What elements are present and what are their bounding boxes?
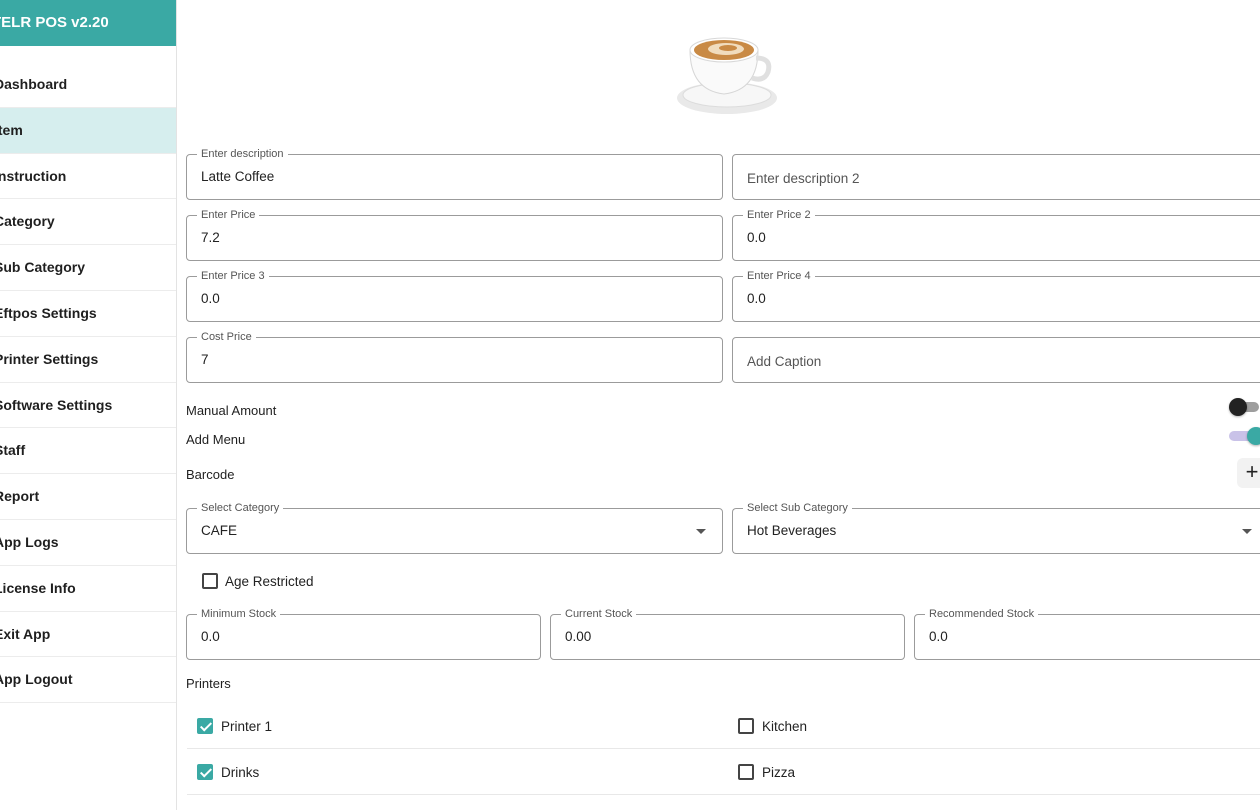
minimum-stock-field[interactable]: Minimum Stock 0.0	[186, 607, 541, 660]
sidebar-item-app-logout[interactable]: App Logout	[0, 657, 176, 704]
sub-category-label: Select Sub Category	[743, 501, 852, 515]
minimum-stock-label: Minimum Stock	[197, 607, 281, 621]
sidebar-item-category[interactable]: Category	[0, 199, 176, 246]
description-label: Enter description	[197, 147, 288, 161]
list-item	[187, 703, 1260, 749]
sidebar-item-exit-app[interactable]: Exit App	[0, 612, 176, 658]
category-label: Select Category	[197, 501, 284, 515]
price-field[interactable]: Enter Price 7.2	[186, 208, 723, 261]
sidebar-item-sub-category[interactable]: Sub Category	[0, 245, 176, 291]
price-3-field[interactable]: Enter Price 3 0.0	[186, 269, 723, 322]
recommended-stock-value: 0.0	[929, 629, 948, 644]
category-value: CAFE	[201, 523, 238, 538]
caption-field[interactable]: Add Caption	[732, 337, 1260, 383]
sidebar-item-staff[interactable]: Staff	[0, 428, 176, 475]
price-2-value: 0.0	[747, 230, 766, 245]
add-menu-label: Add Menu	[186, 432, 246, 447]
toggle-thumb	[1247, 427, 1260, 445]
drinks-checkbox[interactable]	[197, 764, 213, 780]
price-4-field[interactable]: Enter Price 4 0.0	[732, 269, 1260, 322]
printers-label: Printers	[186, 676, 231, 691]
price-2-field[interactable]: Enter Price 2 0.0	[732, 208, 1260, 261]
recommended-stock-label: Recommended Stock	[925, 607, 1039, 621]
add-barcode-button[interactable]: +	[1237, 458, 1260, 488]
recommended-stock-field[interactable]: Recommended Stock 0.0	[914, 607, 1260, 660]
description-2-field[interactable]: Enter description 2	[732, 154, 1260, 200]
price-3-label: Enter Price 3	[197, 269, 269, 283]
sidebar-item-eftpos-settings[interactable]: Eftpos Settings	[0, 291, 176, 337]
sidebar-item-instruction[interactable]: Instruction	[0, 154, 176, 200]
pizza-checkbox[interactable]	[738, 764, 754, 780]
sidebar-item-dashboard[interactable]: Dashboard	[0, 62, 176, 108]
sidebar-item-printer-settings[interactable]: Printer Settings	[0, 337, 176, 383]
price-2-label: Enter Price 2	[743, 208, 815, 222]
price-4-label: Enter Price 4	[743, 269, 815, 283]
cost-price-field[interactable]: Cost Price 7	[186, 330, 723, 383]
sidebar-nav: Dashboard Item Instruction Category Sub …	[0, 62, 176, 704]
app-title: TELR POS v2.20	[0, 0, 176, 46]
cost-price-label: Cost Price	[197, 330, 256, 344]
age-restricted-checkbox[interactable]	[202, 573, 218, 589]
item-image[interactable]	[672, 28, 782, 123]
sidebar: TELR POS v2.20 Dashboard Item Instructio…	[0, 0, 177, 810]
kitchen-label: Kitchen	[762, 719, 808, 734]
category-select[interactable]: Select Category CAFE	[186, 501, 723, 554]
sidebar-item-software-settings[interactable]: Software Settings	[0, 383, 176, 429]
pizza-label: Pizza	[762, 765, 796, 780]
kitchen-checkbox[interactable]	[738, 718, 754, 734]
description-2-placeholder: Enter description 2	[747, 171, 860, 186]
manual-amount-label: Manual Amount	[186, 403, 277, 418]
list-item	[187, 749, 1260, 795]
caption-placeholder: Add Caption	[747, 354, 822, 369]
printer-1-checkbox[interactable]	[197, 718, 213, 734]
drinks-label: Drinks	[221, 765, 260, 780]
add-menu-toggle[interactable]	[1227, 427, 1260, 445]
sidebar-item-item[interactable]: Item	[0, 107, 176, 154]
price-4-value: 0.0	[747, 291, 766, 306]
sub-category-value: Hot Beverages	[747, 523, 837, 538]
price-3-value: 0.0	[201, 291, 220, 306]
chevron-down-icon	[1242, 529, 1252, 534]
age-restricted-label: Age Restricted	[225, 574, 314, 589]
cost-price-value: 7	[201, 352, 209, 367]
item-form: Enter description Latte Coffee Enter des…	[177, 0, 1260, 810]
barcode-label: Barcode	[186, 467, 235, 482]
manual-amount-toggle[interactable]	[1229, 398, 1259, 416]
current-stock-field[interactable]: Current Stock 0.00	[550, 607, 905, 660]
sub-category-select[interactable]: Select Sub Category Hot Beverages	[732, 501, 1260, 554]
current-stock-label: Current Stock	[561, 607, 637, 621]
sidebar-item-license-info[interactable]: License Info	[0, 566, 176, 612]
description-value: Latte Coffee	[201, 169, 275, 184]
printer-1-label: Printer 1	[221, 719, 273, 734]
toggle-thumb	[1229, 398, 1247, 416]
sidebar-item-report[interactable]: Report	[0, 474, 176, 520]
price-label: Enter Price	[197, 208, 260, 222]
description-field[interactable]: Enter description Latte Coffee	[186, 147, 723, 200]
chevron-down-icon	[696, 529, 706, 534]
current-stock-value: 0.00	[565, 629, 592, 644]
minimum-stock-value: 0.0	[201, 629, 220, 644]
price-value: 7.2	[201, 230, 220, 245]
sidebar-item-app-logs[interactable]: App Logs	[0, 520, 176, 566]
